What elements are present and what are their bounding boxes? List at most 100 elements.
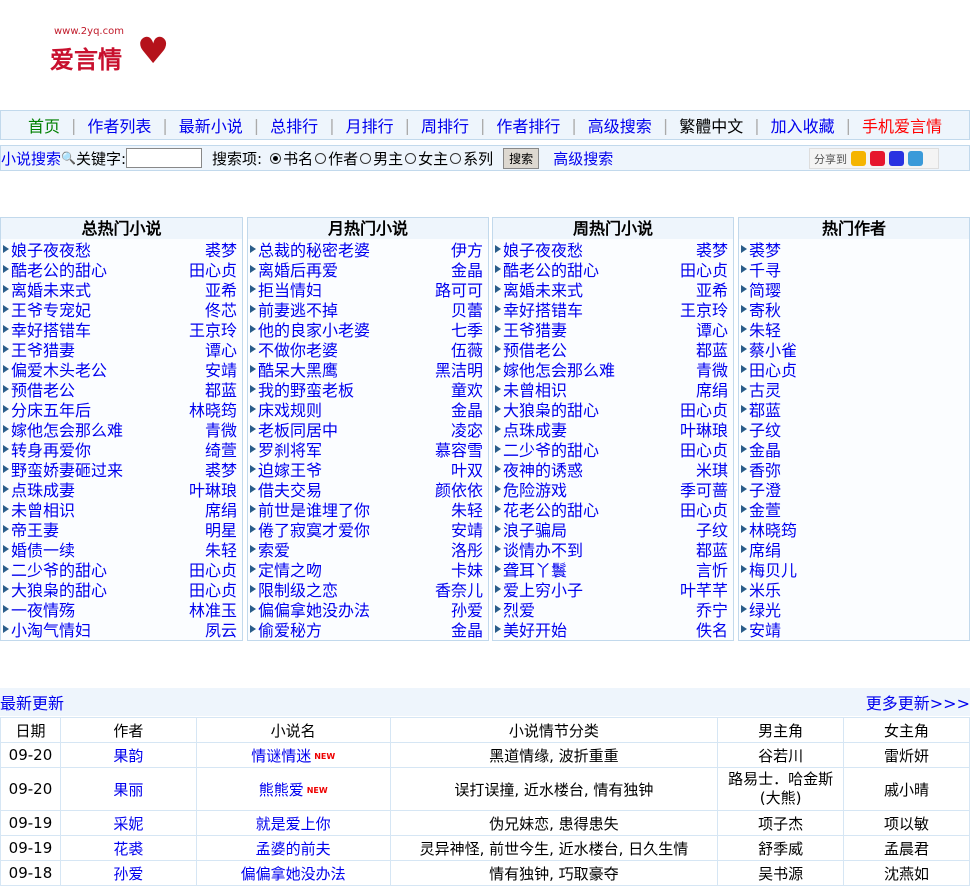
search-bar: 小说搜索 🔍 关键字: 搜索项: 书名 作者 男主 女主 系列 搜索 高级搜索 分享到 [0, 145, 970, 171]
search-option-radio[interactable]: 书名 [270, 148, 313, 169]
list-item: 拒当情妇 路可可 [248, 279, 488, 300]
nav-link[interactable]: 最新小说 [168, 113, 254, 137]
keyword-input[interactable] [126, 148, 203, 168]
search-option-radio[interactable]: 男主 [360, 148, 403, 169]
list-item: 二少爷的甜心 田心贞 [493, 439, 733, 460]
plot-category: 黑道情缘, 波折重重 [489, 746, 619, 765]
novel-link[interactable]: 孟婆的前夫 [256, 840, 331, 858]
nav-link[interactable]: 作者排行 [485, 113, 571, 137]
nav-link[interactable]: 周排行 [410, 113, 480, 137]
arrow-icon [495, 325, 501, 333]
search-option-radio[interactable]: 作者 [315, 148, 358, 169]
arrow-icon [495, 605, 501, 613]
arrow-icon [250, 505, 256, 513]
share-label: 分享到 [814, 152, 847, 166]
nav-link[interactable]: 加入收藏 [760, 113, 846, 137]
novel-link[interactable]: 美好开始 [503, 617, 696, 641]
list-item: 浪子骗局 子纹 [493, 519, 733, 540]
arrow-icon [250, 325, 256, 333]
search-option-radio[interactable]: 系列 [450, 148, 493, 169]
radio-icon[interactable] [315, 152, 327, 164]
list-item: 迫嫁王爷 叶双 [248, 459, 488, 480]
author-link[interactable]: 花裘 [113, 840, 143, 858]
author-link[interactable]: 金晶 [451, 617, 483, 641]
list-item: 我的野蛮老板 童欢 [248, 379, 488, 400]
qzone-icon[interactable] [851, 151, 866, 166]
advanced-search-link[interactable]: 高级搜索 [553, 148, 613, 169]
novel-link[interactable]: 偷爱秘方 [258, 617, 451, 641]
novel-link[interactable]: 熊熊爱 [259, 781, 304, 799]
arrow-icon [741, 325, 747, 333]
author-link[interactable]: 采妮 [113, 815, 143, 833]
radio-label: 作者 [328, 149, 359, 168]
novel-link[interactable]: 就是爱上你 [256, 815, 331, 833]
novel-link[interactable]: 小淘气情妇 [11, 617, 205, 641]
novel-link[interactable]: 偏偏拿她没办法 [241, 865, 346, 883]
female-lead: 戚小晴 [884, 780, 930, 799]
main-nav: 首页 | 作者列表 | 最新小说 | 总排行 | 月排行 | 周排行 | 作者排行 | 高级搜索 | 繁體中文 |… [0, 110, 970, 140]
table-cell: 雷炘妍 [843, 742, 970, 768]
list-item: 简璎 [739, 279, 969, 300]
arrow-icon [741, 625, 747, 633]
search-option-radio[interactable]: 女主 [405, 148, 448, 169]
list-item: 朱轻 [739, 319, 969, 340]
site-logo[interactable]: www.2yq.com 爱言情 ♥ [22, 14, 172, 74]
female-lead: 项以敏 [884, 814, 930, 833]
arrow-icon [741, 585, 747, 593]
radio-label: 系列 [463, 149, 494, 168]
table-cell: 谷若川 [717, 742, 845, 768]
novel-link[interactable]: 安靖 [749, 617, 964, 641]
hot-list: 总热门小说 娘子夜夜愁 裘梦 酷老公的甜心 田心贞 离婚未来式 亚希 王爷专宠妃 佟芯 幸好搭错车… [0, 217, 243, 641]
weibo-icon[interactable] [870, 151, 885, 166]
more-share-icon[interactable] [908, 151, 923, 166]
table-cell: 熊熊爱 NEW [195, 767, 391, 811]
list-item: 点珠成妻 叶琳琅 [493, 419, 733, 440]
more-updates-link[interactable]: 更多更新>>> [866, 690, 970, 714]
list-item: 总裁的秘密老婆 伊方 [248, 239, 488, 260]
list-item: 安靖 [739, 617, 969, 641]
table-cell: 项以敏 [843, 810, 970, 836]
arrow-icon [3, 305, 9, 313]
author-link[interactable]: 夙云 [205, 617, 237, 641]
nav-link[interactable]: 月排行 [335, 113, 405, 137]
arrow-icon [741, 425, 747, 433]
radio-label: 女主 [418, 149, 449, 168]
author-link[interactable]: 果韵 [113, 747, 143, 765]
author-link[interactable]: 孙爱 [113, 865, 143, 883]
table-cell: 黑道情缘, 波折重重 [389, 742, 719, 768]
table-header-row: 日期 作者 小说名 小说情节分类 男主角 女主角 [0, 717, 970, 743]
arrow-icon [3, 505, 9, 513]
radio-label: 男主 [373, 149, 404, 168]
search-button[interactable]: 搜索 [503, 147, 540, 169]
novel-search-link[interactable]: 小说搜索 [1, 148, 61, 169]
radio-icon[interactable] [360, 152, 372, 164]
latest-updates-link[interactable]: 最新更新 [0, 690, 64, 714]
arrow-icon [741, 345, 747, 353]
nav-link[interactable]: 高级搜索 [577, 113, 663, 137]
nav-link[interactable]: 总排行 [259, 113, 329, 137]
logo-url: www.2yq.com [54, 26, 124, 37]
author-link[interactable]: 佚名 [696, 617, 728, 641]
nav-link[interactable]: 首页 [17, 113, 71, 137]
new-badge: NEW [314, 751, 336, 761]
list-item: 二少爷的甜心 田心贞 [1, 559, 242, 580]
latest-updates-header: 最新更新 更多更新>>> [0, 688, 970, 716]
column-header: 作者 [59, 717, 197, 743]
list-item: 离婚未来式 亚希 [1, 279, 242, 300]
novel-link[interactable]: 情谜情迷 [251, 747, 311, 765]
nav-link[interactable]: 繁體中文 [668, 113, 754, 137]
list-item: 限制级之恋 香奈儿 [248, 579, 488, 600]
radio-icon[interactable] [270, 152, 282, 164]
nav-link[interactable]: 作者列表 [76, 113, 162, 137]
arrow-icon [250, 445, 256, 453]
list-item: 嫁他怎会那么难 青微 [1, 419, 242, 440]
date: 09-20 [8, 780, 53, 798]
nav-link[interactable]: 手机爱言情 [851, 113, 953, 137]
arrow-icon [495, 345, 501, 353]
arrow-icon [250, 525, 256, 533]
baidu-icon[interactable] [889, 151, 904, 166]
radio-icon[interactable] [450, 152, 462, 164]
radio-icon[interactable] [405, 152, 417, 164]
share-bar: 分享到 [809, 148, 939, 169]
author-link[interactable]: 果丽 [113, 781, 143, 799]
